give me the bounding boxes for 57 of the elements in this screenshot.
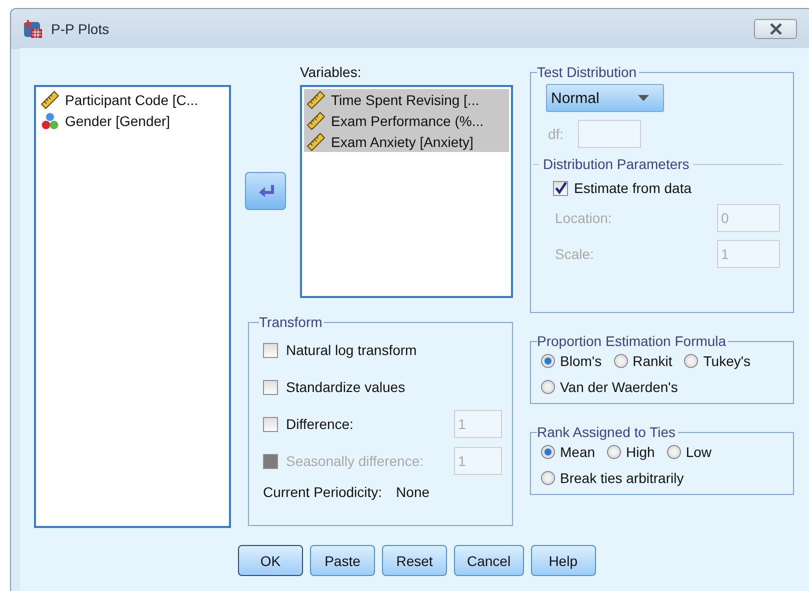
close-icon: [768, 22, 782, 34]
group-title: Proportion Estimation Formula: [537, 333, 728, 349]
radio-label[interactable]: Tukey's: [703, 353, 751, 369]
radio-button[interactable]: [607, 445, 622, 459]
list-item[interactable]: Exam Performance (%...: [304, 110, 509, 131]
radio-button[interactable]: [541, 354, 555, 368]
section-title: Distribution Parameters: [543, 156, 690, 172]
radio-label[interactable]: High: [626, 444, 655, 460]
group-title: Rank Assigned to Ties: [537, 424, 677, 440]
radio-button[interactable]: [541, 380, 555, 394]
variables-label: Variables:: [300, 64, 362, 82]
move-button[interactable]: [245, 172, 286, 210]
radio-button[interactable]: [541, 471, 555, 485]
checkbox-label[interactable]: Estimate from data: [574, 180, 692, 196]
checkbox-label[interactable]: Natural log transform: [286, 342, 417, 358]
ruler-icon: [307, 132, 325, 150]
variables-list[interactable]: Time Spent Revising [... Exam Performance (%... Exam Anxiety [Anxiety]: [300, 85, 513, 298]
field-label: Scale:: [555, 246, 594, 262]
caret-icon: [638, 95, 649, 101]
group-title: Transform: [259, 314, 324, 330]
nominal-icon: [41, 112, 59, 130]
app-icon: [23, 18, 43, 38]
radio-label[interactable]: Rankit: [632, 353, 672, 369]
radio-button[interactable]: [614, 354, 628, 368]
source-variable-list[interactable]: Participant Code [C... Gender [Gender]: [34, 85, 231, 528]
dialog-button[interactable]: Paste: [310, 545, 375, 576]
radio-button[interactable]: [541, 445, 555, 459]
radio-label[interactable]: Low: [686, 444, 712, 460]
checkbox-label[interactable]: Difference:: [286, 416, 354, 432]
radio-label[interactable]: Van der Waerden's: [560, 379, 678, 395]
list-item[interactable]: Exam Anxiety [Anxiety]: [304, 131, 509, 152]
group-title: Test Distribution: [537, 64, 638, 80]
checkbox[interactable]: [553, 180, 568, 196]
close-button[interactable]: [754, 18, 797, 38]
df-label: df:: [548, 126, 564, 142]
periodicity-value: None: [396, 484, 430, 500]
distribution-dropdown[interactable]: Normal: [546, 84, 664, 112]
arrow-icon: [258, 184, 274, 198]
radio-button[interactable]: [684, 354, 698, 368]
list-item[interactable]: Gender [Gender]: [38, 110, 174, 131]
radio-label[interactable]: Mean: [560, 444, 596, 460]
periodicity-label: Current Periodicity:: [263, 484, 382, 500]
checkbox[interactable]: [263, 416, 278, 432]
field-label: Location:: [555, 210, 612, 226]
list-item[interactable]: Time Spent Revising [...: [304, 89, 509, 110]
dialog-button[interactable]: Cancel: [454, 545, 524, 576]
radio-button[interactable]: [666, 445, 681, 459]
checkbox-label[interactable]: Standardize values: [286, 379, 406, 395]
dialog-button[interactable]: OK: [238, 545, 303, 576]
list-item[interactable]: Participant Code [C...: [38, 89, 202, 110]
radio-label[interactable]: Blom's: [560, 353, 602, 369]
dialog-button[interactable]: Help: [530, 545, 596, 576]
window-title: P-P Plots: [51, 20, 110, 36]
checkbox[interactable]: [263, 342, 278, 358]
dialog-button[interactable]: Reset: [382, 545, 447, 576]
radio-label[interactable]: Break ties arbitrarily: [560, 470, 684, 486]
checkbox[interactable]: [263, 380, 278, 394]
